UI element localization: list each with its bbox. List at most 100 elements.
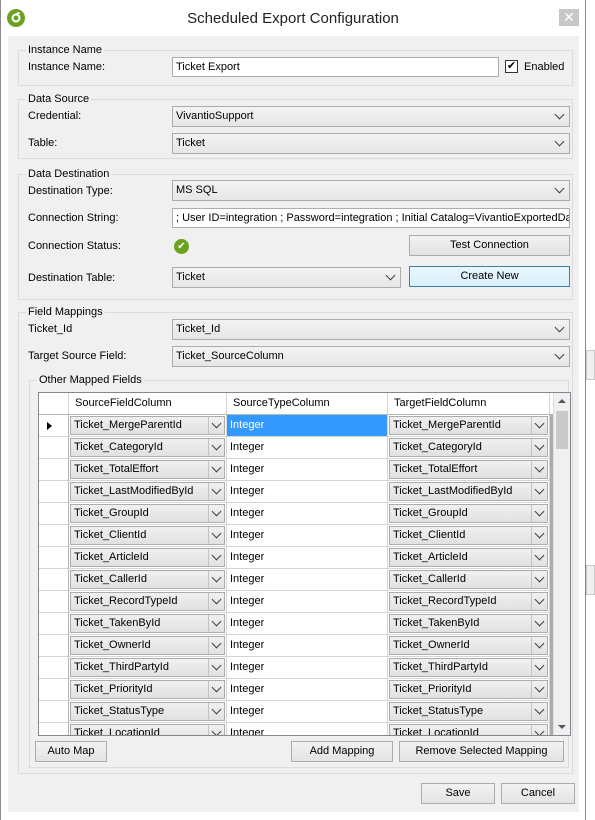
table-row[interactable]: Ticket_LocationId Integer Ticket_LocationI… (39, 723, 551, 735)
row-header[interactable] (39, 481, 69, 503)
dropdown-button[interactable] (208, 681, 224, 698)
row-header[interactable] (39, 723, 69, 735)
source-field-cell[interactable]: Ticket_PriorityId (69, 679, 227, 701)
target-field-cell[interactable]: Ticket_TakenById (388, 613, 550, 635)
row-header[interactable] (39, 591, 69, 613)
source-type-cell[interactable]: Integer (227, 415, 388, 437)
dropdown-button[interactable] (531, 703, 547, 720)
source-field-cell[interactable]: Ticket_ArticleId (69, 547, 227, 569)
instance-name-input[interactable]: Ticket Export (172, 57, 499, 77)
source-field-cell[interactable]: Ticket_OwnerId (69, 635, 227, 657)
dropdown-button[interactable] (531, 461, 547, 478)
row-header[interactable] (39, 437, 69, 459)
source-field-cell[interactable]: Ticket_TakenById (69, 613, 227, 635)
source-field-cell[interactable]: Ticket_LastModifiedById (69, 481, 227, 503)
dropdown-button[interactable] (208, 637, 224, 654)
dropdown-button[interactable] (208, 527, 224, 544)
target-field-cell[interactable]: Ticket_TotalEffort (388, 459, 550, 481)
source-type-cell[interactable]: Integer (227, 679, 388, 701)
target-field-cell[interactable]: Ticket_ClientId (388, 525, 550, 547)
target-field-cell[interactable]: Ticket_LastModifiedById (388, 481, 550, 503)
row-header[interactable] (39, 547, 69, 569)
dropdown-button[interactable] (208, 483, 224, 500)
dropdown-button[interactable] (208, 417, 224, 434)
dropdown-button[interactable] (531, 681, 547, 698)
source-field-cell[interactable]: Ticket_LocationId (69, 723, 227, 735)
column-header-target-field[interactable]: TargetFieldColumn (388, 393, 550, 415)
target-field-cell[interactable]: Ticket_OwnerId (388, 635, 550, 657)
source-type-cell[interactable]: Integer (227, 591, 388, 613)
target-field-cell[interactable]: Ticket_LocationId (388, 723, 550, 735)
remove-selected-mapping-button[interactable]: Remove Selected Mapping (399, 741, 564, 762)
row-header[interactable] (39, 415, 69, 437)
table-row[interactable]: Ticket_LastModifiedById Integer Ticket_Las… (39, 481, 551, 503)
dropdown-button[interactable] (208, 593, 224, 610)
source-field-cell[interactable]: Ticket_StatusType (69, 701, 227, 723)
target-field-cell[interactable]: Ticket_StatusType (388, 701, 550, 723)
destination-type-dropdown[interactable]: MS SQL (172, 180, 570, 201)
row-header[interactable] (39, 635, 69, 657)
target-source-field-dropdown[interactable]: Ticket_SourceColumn (172, 346, 570, 367)
add-mapping-button[interactable]: Add Mapping (291, 741, 393, 762)
dropdown-button[interactable] (531, 549, 547, 566)
target-field-cell[interactable]: Ticket_ThirdPartyId (388, 657, 550, 679)
connection-string-input[interactable]: ; User ID=integration ; Password=integra… (172, 208, 570, 228)
dropdown-button[interactable] (531, 659, 547, 676)
table-row[interactable]: Ticket_CallerId Integer Ticket_CallerId (39, 569, 551, 591)
target-field-cell[interactable]: Ticket_GroupId (388, 503, 550, 525)
source-type-cell[interactable]: Integer (227, 613, 388, 635)
table-row[interactable]: Ticket_OwnerId Integer Ticket_OwnerId (39, 635, 551, 657)
dropdown-button[interactable] (208, 571, 224, 588)
test-connection-button[interactable]: Test Connection (409, 235, 570, 256)
row-header[interactable] (39, 459, 69, 481)
grid-vertical-scrollbar[interactable] (553, 393, 570, 735)
source-field-cell[interactable]: Ticket_CategoryId (69, 437, 227, 459)
dropdown-button[interactable] (531, 417, 547, 434)
save-button[interactable]: Save (421, 783, 495, 804)
dropdown-button[interactable] (208, 615, 224, 632)
source-type-cell[interactable]: Integer (227, 701, 388, 723)
dropdown-button[interactable] (531, 527, 547, 544)
column-header-source-field[interactable]: SourceFieldColumn (69, 393, 227, 415)
source-type-cell[interactable]: Integer (227, 635, 388, 657)
table-row[interactable]: Ticket_PriorityId Integer Ticket_PriorityI… (39, 679, 551, 701)
source-type-cell[interactable]: Integer (227, 437, 388, 459)
table-row[interactable]: Ticket_GroupId Integer Ticket_GroupId (39, 503, 551, 525)
dropdown-button[interactable] (531, 483, 547, 500)
source-type-cell[interactable]: Integer (227, 481, 388, 503)
create-new-button[interactable]: Create New (409, 266, 570, 287)
source-field-cell[interactable]: Ticket_MergeParentId (69, 415, 227, 437)
source-type-cell[interactable]: Integer (227, 525, 388, 547)
target-field-cell[interactable]: Ticket_CategoryId (388, 437, 550, 459)
table-row[interactable]: Ticket_ThirdPartyId Integer Ticket_ThirdPa… (39, 657, 551, 679)
dropdown-button[interactable] (208, 725, 224, 735)
enabled-checkbox[interactable]: ✔ (505, 60, 518, 73)
source-field-cell[interactable]: Ticket_ThirdPartyId (69, 657, 227, 679)
dropdown-button[interactable] (208, 439, 224, 456)
target-field-cell[interactable]: Ticket_CallerId (388, 569, 550, 591)
target-field-cell[interactable]: Ticket_RecordTypeId (388, 591, 550, 613)
row-header[interactable] (39, 701, 69, 723)
table-row[interactable]: Ticket_StatusType Integer Ticket_StatusTyp… (39, 701, 551, 723)
target-field-cell[interactable]: Ticket_MergeParentId (388, 415, 550, 437)
dropdown-button[interactable] (208, 505, 224, 522)
table-row[interactable]: Ticket_MergeParentId Integer Ticket_MergeP… (39, 415, 551, 437)
source-field-cell[interactable]: Ticket_RecordTypeId (69, 591, 227, 613)
cancel-button[interactable]: Cancel (501, 783, 575, 804)
row-header[interactable] (39, 657, 69, 679)
dropdown-button[interactable] (531, 725, 547, 735)
source-type-cell[interactable]: Integer (227, 723, 388, 735)
dropdown-button[interactable] (208, 659, 224, 676)
table-row[interactable]: Ticket_ClientId Integer Ticket_ClientId (39, 525, 551, 547)
column-header-source-type[interactable]: SourceTypeColumn (227, 393, 388, 415)
source-field-cell[interactable]: Ticket_TotalEffort (69, 459, 227, 481)
dropdown-button[interactable] (531, 505, 547, 522)
table-row[interactable]: Ticket_TakenById Integer Ticket_TakenById (39, 613, 551, 635)
source-type-cell[interactable]: Integer (227, 569, 388, 591)
dropdown-button[interactable] (531, 637, 547, 654)
row-header[interactable] (39, 613, 69, 635)
source-type-cell[interactable]: Integer (227, 459, 388, 481)
target-field-cell[interactable]: Ticket_PriorityId (388, 679, 550, 701)
table-row[interactable]: Ticket_CategoryId Integer Ticket_CategoryI… (39, 437, 551, 459)
table-row[interactable]: Ticket_RecordTypeId Integer Ticket_RecordT… (39, 591, 551, 613)
